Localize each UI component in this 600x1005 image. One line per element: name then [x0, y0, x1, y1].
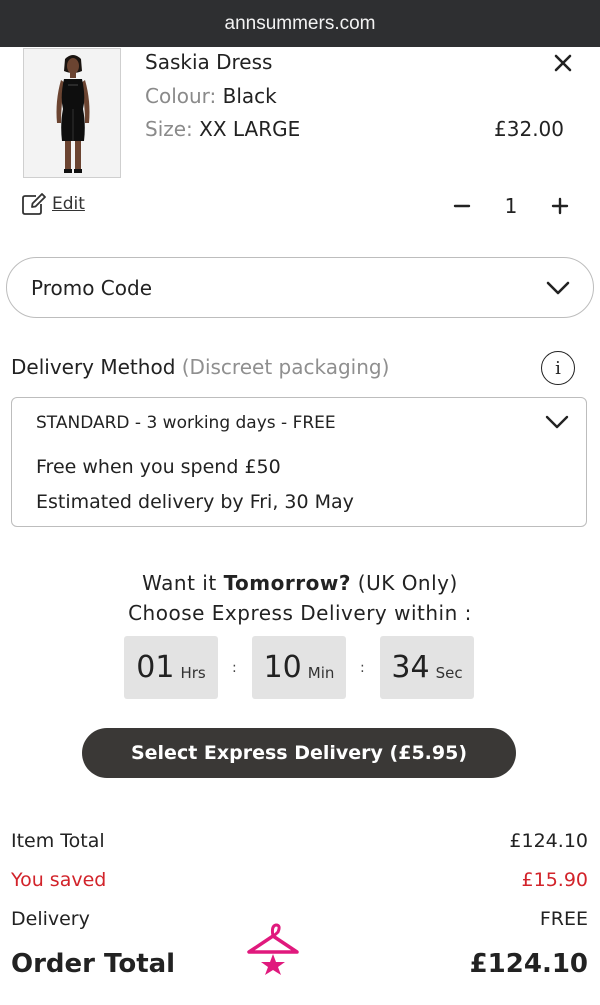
product-name[interactable]: Saskia Dress — [145, 50, 272, 74]
close-icon — [554, 54, 572, 72]
product-size: Size: XX LARGE — [145, 117, 300, 141]
countdown-seconds-unit: Sec — [435, 663, 463, 682]
delivery-method-heading: Delivery Method (Discreet packaging) — [11, 355, 389, 379]
remove-item-button[interactable] — [550, 50, 576, 76]
item-total-row: Item Total £124.10 — [11, 830, 588, 852]
item-total-label: Item Total — [11, 830, 105, 852]
express-countdown-caption: Choose Express Delivery within : — [128, 601, 472, 625]
delivery-label: Delivery — [11, 908, 90, 930]
colour-value: Black — [222, 84, 277, 108]
quantity-stepper: 1 — [452, 190, 570, 222]
countdown-hours-unit: Hrs — [180, 663, 206, 682]
delivery-estimate: Estimated delivery by Fri, 30 May — [36, 491, 354, 513]
want-prefix: Want it — [142, 571, 224, 595]
product-price: £32.00 — [494, 117, 564, 141]
chevron-down-icon — [546, 281, 570, 295]
size-value: XX LARGE — [199, 117, 301, 141]
countdown-minutes-value: 10 — [263, 650, 302, 685]
want-tomorrow: Tomorrow? — [223, 571, 351, 595]
product-colour: Colour: Black — [145, 84, 277, 108]
hanger-logo-icon — [247, 923, 299, 975]
item-total-value: £124.10 — [509, 830, 588, 852]
delivery-free-threshold: Free when you spend £50 — [36, 456, 281, 478]
edit-item-link[interactable]: Edit — [22, 193, 85, 215]
countdown-seconds-value: 34 — [391, 650, 430, 685]
chevron-down-icon — [545, 415, 569, 429]
want-suffix: (UK Only) — [350, 571, 458, 595]
product-thumbnail[interactable] — [23, 48, 121, 178]
plus-icon[interactable] — [550, 196, 570, 216]
delivery-method-subtitle: (Discreet packaging) — [181, 355, 390, 379]
delivery-option-select[interactable]: STANDARD - 3 working days - FREE Free wh… — [11, 397, 587, 527]
delivery-option-selected: STANDARD - 3 working days - FREE — [36, 413, 336, 433]
countdown-seconds: 34 Sec — [380, 636, 474, 699]
countdown-minutes: 10 Min — [252, 636, 346, 699]
you-saved-value: £15.90 — [521, 869, 588, 891]
delivery-method-title: Delivery Method — [11, 355, 176, 379]
order-total-label: Order Total — [11, 949, 176, 979]
you-saved-label: You saved — [11, 869, 107, 891]
promo-code-label: Promo Code — [31, 275, 153, 300]
edit-icon — [22, 193, 46, 215]
select-express-delivery-button[interactable]: Select Express Delivery (£5.95) — [82, 728, 516, 778]
info-icon[interactable]: i — [541, 351, 575, 385]
edit-label: Edit — [52, 194, 85, 214]
browser-url-bar[interactable]: annsummers.com — [0, 0, 600, 47]
quantity-value: 1 — [504, 194, 518, 218]
size-label: Size: — [145, 117, 193, 141]
order-total-value: £124.10 — [469, 949, 588, 979]
express-promo-text: Want it Tomorrow? (UK Only) — [0, 571, 600, 595]
promo-code-dropdown[interactable]: Promo Code — [6, 257, 594, 318]
countdown-minutes-unit: Min — [307, 663, 335, 682]
you-saved-row: You saved £15.90 — [11, 869, 588, 891]
colour-label: Colour: — [145, 84, 217, 108]
delivery-value: FREE — [539, 908, 588, 930]
countdown-separator: : — [360, 660, 365, 676]
product-image — [24, 49, 120, 177]
minus-icon[interactable] — [452, 196, 472, 216]
countdown-hours: 01 Hrs — [124, 636, 218, 699]
url-text: annsummers.com — [224, 12, 376, 34]
countdown-hours-value: 01 — [136, 650, 175, 685]
countdown-separator: : — [232, 660, 237, 676]
